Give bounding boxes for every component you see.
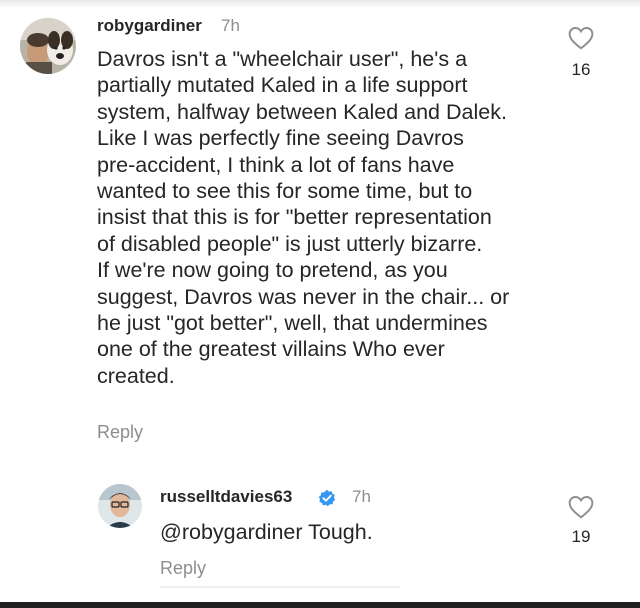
like-count: 19 — [571, 527, 591, 546]
top-divider — [0, 0, 640, 8]
bottom-divider — [0, 602, 640, 608]
reply-button[interactable]: Reply — [160, 558, 206, 579]
comment-timestamp: 7h — [221, 16, 240, 35]
comment-username[interactable]: robygardiner — [97, 16, 202, 36]
heart-icon[interactable] — [568, 495, 594, 519]
comment-timestamp: 7h — [352, 487, 371, 506]
like-count: 16 — [571, 60, 591, 79]
verified-badge-icon — [318, 489, 336, 507]
divider — [160, 586, 400, 588]
comment-username[interactable]: russelltdavies63 — [160, 487, 292, 507]
reply-button[interactable]: Reply — [97, 422, 143, 443]
comment-text: Davros isn't a "wheelchair user", he's a… — [97, 47, 510, 388]
comment-thread: robygardiner 7h Davros isn't a "wheelcha… — [0, 0, 640, 608]
avatar[interactable] — [98, 484, 142, 528]
avatar[interactable] — [20, 18, 76, 74]
heart-icon[interactable] — [568, 26, 594, 50]
comment-text: @robygardiner Tough. — [160, 520, 373, 544]
